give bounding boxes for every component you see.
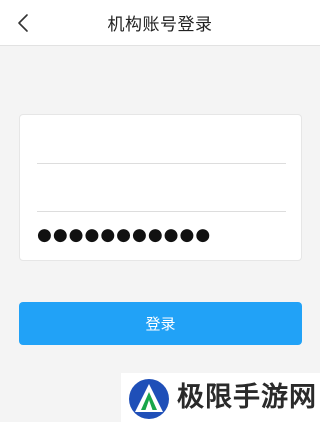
field-divider: [37, 211, 286, 212]
login-button[interactable]: 登录: [19, 302, 302, 345]
page-title: 机构账号登录: [107, 15, 213, 35]
username-input[interactable]: [37, 164, 286, 210]
watermark: 极限手游网: [121, 373, 320, 422]
triangle-logo-icon: [129, 379, 169, 419]
back-button[interactable]: [10, 9, 38, 37]
account-input[interactable]: [37, 117, 286, 163]
password-masked-value: ●●●●●●●●●●●: [37, 225, 212, 245]
login-screen: 机构账号登录 ●●●●●●●●●●● 登录 极限手游网: [0, 0, 320, 422]
login-form-card: ●●●●●●●●●●●: [19, 114, 302, 261]
watermark-text: 极限手游网: [177, 382, 317, 413]
password-input[interactable]: ●●●●●●●●●●●: [37, 215, 286, 255]
top-nav-bar: 机构账号登录: [0, 0, 320, 46]
chevron-left-icon: [18, 14, 28, 32]
